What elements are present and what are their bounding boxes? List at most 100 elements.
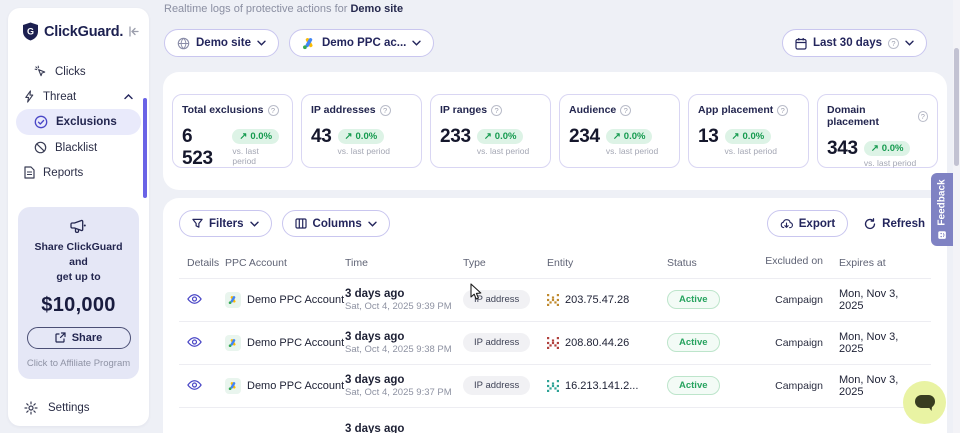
sidebar-scrollbar-thumb[interactable] xyxy=(143,98,147,198)
view-details-button[interactable] xyxy=(185,334,204,350)
stat-value: 234 xyxy=(569,126,600,148)
promo-amount: $10,000 xyxy=(26,294,131,317)
help-icon[interactable]: ? xyxy=(777,105,788,116)
expires-at-value: Mon, Nov 3, 2025 xyxy=(823,288,923,312)
view-details-button[interactable] xyxy=(185,291,204,307)
time-relative: 3 days ago xyxy=(345,374,463,386)
entity-value: 203.75.47.28 xyxy=(565,294,629,306)
sidebar-item-exclusions[interactable]: Exclusions xyxy=(16,109,141,135)
trend-up-icon: ↗ xyxy=(345,131,353,142)
sidebar-item-settings[interactable]: Settings xyxy=(16,395,141,421)
help-icon[interactable]: ? xyxy=(918,111,928,122)
help-icon[interactable]: ? xyxy=(380,105,391,116)
chevron-up-icon xyxy=(124,94,133,100)
google-ads-icon xyxy=(302,37,316,50)
settings-label: Settings xyxy=(48,402,90,414)
sidebar: G ClickGuard. Clicks Threat Excl xyxy=(8,8,149,426)
cloud-download-icon xyxy=(780,218,793,229)
refresh-button[interactable]: Refresh xyxy=(858,218,931,230)
stat-card-audience: Audience? 234 ↗0.0% vs. last period xyxy=(559,94,680,168)
refresh-label: Refresh xyxy=(882,218,925,230)
sidebar-item-label: Clicks xyxy=(55,66,133,78)
ppc-account-name: Demo PPC Account xyxy=(247,294,344,306)
ip-identicon xyxy=(547,380,559,392)
type-badge: IP address xyxy=(463,376,530,395)
promo-text: Share ClickGuard and get up to xyxy=(26,240,131,286)
stat-value: 343 xyxy=(827,138,858,160)
click-icon xyxy=(34,65,47,78)
brand-name: ClickGuard. xyxy=(44,24,123,40)
chat-widget-button[interactable] xyxy=(903,381,946,424)
affiliate-promo-card[interactable]: Share ClickGuard and get up to $10,000 S… xyxy=(18,207,139,379)
entity-value: 16.213.141.2... xyxy=(565,380,638,392)
sidebar-item-label: Exclusions xyxy=(56,116,133,128)
expires-at-value: Mon, Nov 3, 2025 xyxy=(823,331,923,355)
chevron-down-icon xyxy=(368,221,377,227)
share-button[interactable]: Share xyxy=(27,327,131,349)
delta-badge: ↗0.0% xyxy=(232,129,279,144)
time-absolute: Sat, Oct 4, 2025 9:38 PM xyxy=(345,344,463,355)
columns-icon xyxy=(295,218,307,229)
sidebar-item-clicks[interactable]: Clicks xyxy=(16,59,141,84)
trend-up-icon: ↗ xyxy=(732,131,740,142)
filters-label: Filters xyxy=(209,218,244,230)
external-link-icon xyxy=(55,332,66,343)
delta-badge: ↗0.0% xyxy=(477,129,524,144)
page-subtitle: Realtime logs of protective actions for … xyxy=(164,3,403,15)
sidebar-nav: Clicks Threat Exclusions Blacklist xyxy=(16,59,141,185)
check-circle-icon xyxy=(34,115,48,129)
export-button[interactable]: Export xyxy=(767,210,848,237)
column-header-time[interactable]: Time xyxy=(345,257,463,269)
filters-dropdown[interactable]: Filters xyxy=(179,210,272,237)
column-header-details[interactable]: Details xyxy=(179,257,225,269)
excluded-on-value: Campaign xyxy=(753,337,823,349)
stat-label: Domain placement xyxy=(827,104,914,128)
ip-identicon xyxy=(547,294,559,306)
site-filter-dropdown[interactable]: Demo site xyxy=(164,29,279,57)
delta-badge: ↗0.0% xyxy=(725,129,772,144)
column-header-expires-at[interactable]: Expires at xyxy=(823,257,923,269)
table-header-row: Details PPC Account Time Type Entity Sta… xyxy=(179,255,931,278)
compare-label: vs. last period xyxy=(725,146,777,156)
collapse-sidebar-icon[interactable] xyxy=(128,26,140,37)
compare-label: vs. last period xyxy=(477,146,529,156)
date-range-dropdown[interactable]: Last 30 days ? xyxy=(782,29,927,57)
sidebar-item-threat[interactable]: Threat xyxy=(16,84,141,109)
trend-up-icon: ↗ xyxy=(613,131,621,142)
exclusion-log-panel: Filters Columns Export Refresh xyxy=(163,198,947,433)
column-header-ppc-account[interactable]: PPC Account xyxy=(225,257,345,269)
page-scrollbar-thumb[interactable] xyxy=(954,48,959,166)
help-icon[interactable]: ? xyxy=(620,105,631,116)
type-badge: IP address xyxy=(463,290,530,309)
funnel-icon xyxy=(192,218,203,229)
sidebar-item-reports[interactable]: Reports xyxy=(16,160,141,185)
subtitle-prefix: Realtime logs of protective actions for xyxy=(164,3,350,15)
export-label: Export xyxy=(799,218,835,230)
time-absolute: Sat, Oct 4, 2025 9:39 PM xyxy=(345,301,463,312)
column-header-excluded-on[interactable]: Excluded on xyxy=(753,255,823,269)
view-details-button[interactable] xyxy=(185,377,204,393)
affiliate-program-link[interactable]: Click to Affiliate Program xyxy=(26,358,131,369)
table-row: Demo PPC Account 3 days agoSat, Oct 4, 2… xyxy=(179,321,931,364)
sidebar-item-label: Threat xyxy=(43,91,116,103)
help-icon[interactable]: ? xyxy=(268,105,279,116)
trend-up-icon: ↗ xyxy=(871,143,879,154)
subtitle-site-name: Demo site xyxy=(350,3,403,15)
column-header-entity[interactable]: Entity xyxy=(547,257,655,269)
column-header-type[interactable]: Type xyxy=(463,257,547,269)
table-row: Demo PPC Account 3 days agoSat, Oct 4, 2… xyxy=(179,364,931,407)
page-scrollbar[interactable] xyxy=(953,0,960,433)
sidebar-item-label: Reports xyxy=(43,167,133,179)
sidebar-item-blacklist[interactable]: Blacklist xyxy=(16,135,141,160)
logo-row: G ClickGuard. xyxy=(16,22,141,45)
feedback-tab[interactable]: Feedback xyxy=(931,173,953,246)
ppc-account-filter-dropdown[interactable]: Demo PPC ac... xyxy=(289,29,434,57)
site-filter-value: Demo site xyxy=(196,37,251,49)
share-button-label: Share xyxy=(72,332,103,344)
compare-label: vs. last period xyxy=(338,146,390,156)
column-header-status[interactable]: Status xyxy=(655,257,753,269)
help-icon[interactable]: ? xyxy=(491,105,502,116)
columns-dropdown[interactable]: Columns xyxy=(282,210,390,237)
gear-icon xyxy=(24,401,38,415)
svg-text:G: G xyxy=(27,27,34,37)
